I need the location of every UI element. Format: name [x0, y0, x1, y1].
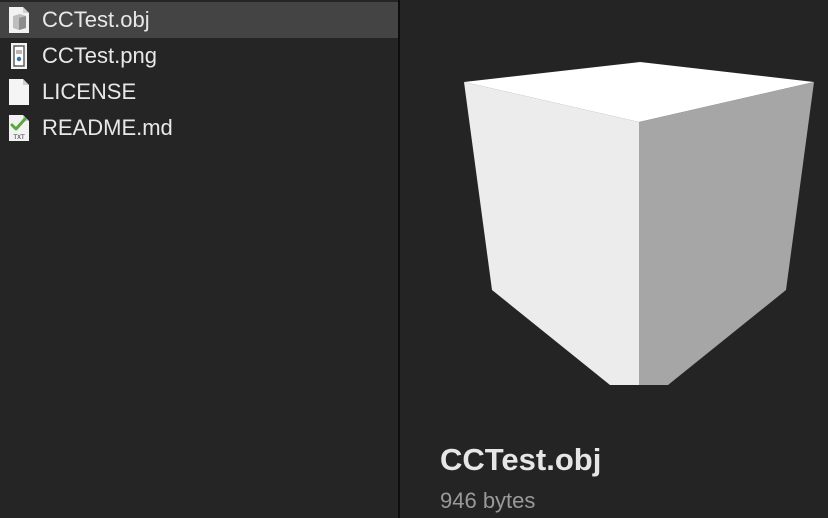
txt-badge: TXT [12, 134, 25, 141]
file-row-license[interactable]: LICENSE [0, 74, 398, 110]
file-row-cctest-png[interactable]: CCTest.png [0, 38, 398, 74]
file-list: CCTest.obj CCTest.png LICENSE TXT README… [0, 0, 398, 518]
cube-left-face [464, 82, 639, 385]
txt-file-icon: TXT [9, 115, 29, 141]
obj-file-icon [9, 7, 29, 33]
blank-document-icon [9, 79, 29, 105]
file-row-cctest-obj[interactable]: CCTest.obj [0, 2, 398, 38]
finder-window: CCTest.obj CCTest.png LICENSE TXT README… [0, 0, 828, 518]
preview-file-size: 946 bytes [440, 488, 536, 513]
preview-pane: CCTest.obj 946 bytes [400, 0, 828, 518]
file-name: CCTest.obj [42, 7, 150, 32]
cube-right-face [639, 82, 814, 385]
file-name: README.md [42, 115, 173, 140]
preview-file-name: CCTest.obj [440, 442, 602, 477]
file-name: LICENSE [42, 79, 137, 104]
cube-preview [464, 62, 814, 385]
png-file-icon [11, 43, 27, 69]
file-name: CCTest.png [42, 43, 157, 68]
file-row-readme-md[interactable]: TXT README.md [0, 110, 398, 146]
